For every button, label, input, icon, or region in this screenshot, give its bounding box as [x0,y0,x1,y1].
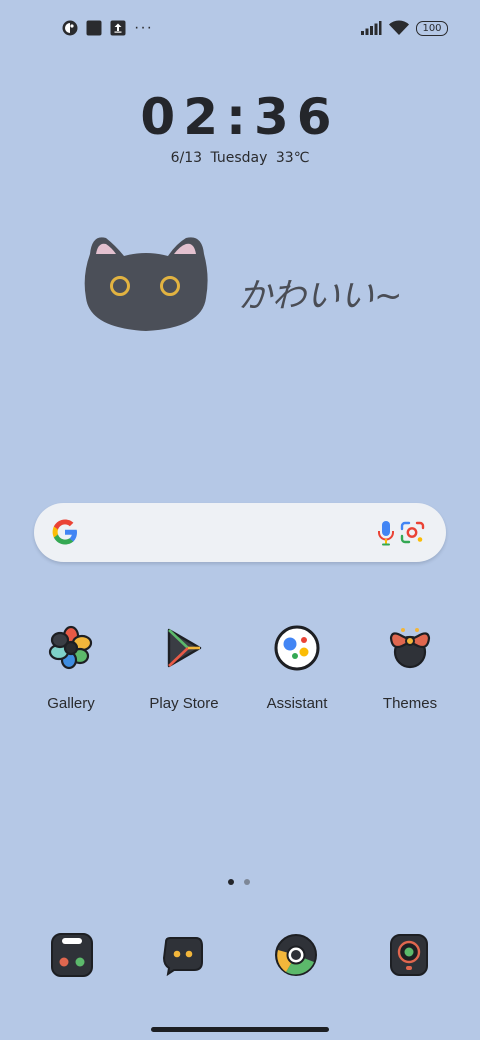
page-dot-active[interactable] [228,879,234,885]
app-assistant[interactable]: Assistant [241,624,353,712]
app-label: Assistant [266,695,328,712]
signal-icon [361,21,382,35]
microphone-icon[interactable] [376,519,396,547]
gallery-flower-icon [48,625,93,670]
google-search-bar[interactable] [34,503,446,562]
status-bar-left: ··· [62,18,153,38]
black-cat-widget-icon[interactable] [82,232,210,334]
battery-indicator: 100 [416,20,448,36]
messages-bubble-icon[interactable] [160,932,206,978]
app-themes[interactable]: Themes [354,624,466,712]
assistant-icon [274,625,320,671]
themes-bow-icon [389,628,431,669]
chrome-icon[interactable] [273,932,319,978]
app-label: Play Store [149,695,219,712]
status-bar-right: 100 [360,18,448,38]
app-notification-icon [62,20,78,36]
wifi-icon [389,20,409,35]
app-gallery[interactable]: Gallery [15,624,127,712]
clock-date[interactable]: 6/13 Tuesday 33℃ [0,150,480,166]
widget-text[interactable]: かわいい~ [238,268,403,317]
phone-dialer-icon[interactable] [49,932,95,978]
lens-camera-icon[interactable] [400,521,426,545]
play-store-icon [167,628,202,668]
google-logo-icon [52,519,77,545]
upload-notification-icon [110,20,126,36]
home-gesture-bar[interactable] [151,1027,329,1032]
clock-time[interactable]: 02:36 [0,88,480,146]
page-dot[interactable] [244,879,250,885]
app-label: Gallery [47,695,95,712]
more-notifications-icon: ··· [134,19,153,36]
app-label: Themes [382,695,438,712]
camera-icon[interactable] [386,932,432,978]
app-play-store[interactable]: Play Store [128,624,240,712]
square-notification-icon [86,20,102,36]
